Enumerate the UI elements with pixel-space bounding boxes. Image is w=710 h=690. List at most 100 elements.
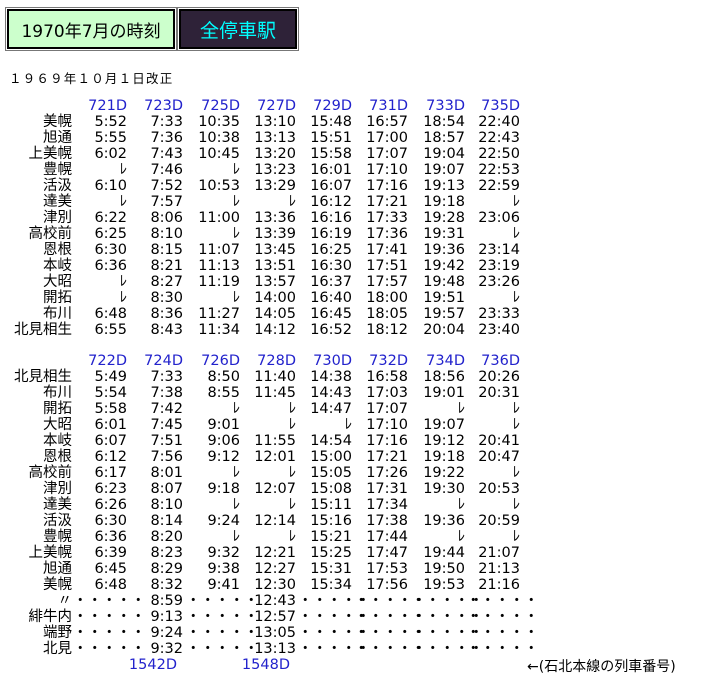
sekihoku-train-number: 1548D [241, 657, 290, 673]
train-number: 723D [144, 98, 183, 114]
departure-time: 13:05 [254, 625, 296, 641]
departure-time: 23:26 [478, 274, 520, 290]
departure-time: ﾚ [512, 497, 520, 513]
timetable-row: 豊幌 6:36 8:20 ﾚ ﾚ 15:21 17:44 ﾚ ﾚ [0, 529, 530, 545]
departure-time: 9:24 [207, 513, 240, 529]
departure-time: ﾚ [512, 465, 520, 481]
departure-time: ・・・・・ [73, 609, 146, 625]
departure-time: 13:39 [254, 226, 296, 242]
departure-time: ・・・・・ [298, 593, 371, 609]
station-name: 美幌 [43, 114, 72, 130]
departure-time: 11:00 [198, 210, 240, 226]
departure-time: 19:36 [423, 513, 465, 529]
departure-time: 12:30 [254, 577, 296, 593]
departure-time: 17:10 [366, 417, 408, 433]
station-name: 高校前 [28, 226, 73, 242]
departure-time: 8:50 [207, 369, 240, 385]
departure-time: ・・・・・ [73, 641, 146, 657]
departure-time: 12:01 [254, 449, 296, 465]
departure-time: 19:22 [423, 465, 465, 481]
station-name: 開拓 [43, 401, 72, 417]
timetable-row: 北見相生 6:55 8:43 11:34 14:12 16:52 18:12 20:04 23:… [0, 322, 530, 338]
departure-time: ﾚ [288, 497, 296, 513]
departure-time: 19:07 [423, 162, 465, 178]
departure-time: 15:11 [310, 497, 352, 513]
station-name: 端野 [43, 625, 72, 641]
departure-time: ﾚ [344, 417, 352, 433]
departure-time: 5:58 [94, 401, 127, 417]
departure-time: ・・・・・ [466, 593, 539, 609]
departure-time: 14:12 [254, 322, 296, 338]
departure-time: 16:52 [310, 322, 352, 338]
departure-time: 16:16 [310, 210, 352, 226]
departure-time: ・・・・・ [411, 625, 484, 641]
departure-time: 19:53 [423, 577, 465, 593]
timetable-row: 津別 6:22 8:06 11:00 13:36 16:16 17:33 19:28 23:06 [0, 210, 530, 226]
timetable-row: 達美 6:26 8:10 ﾚ ﾚ 15:11 17:34 ﾚ ﾚ [0, 497, 530, 513]
departure-time: 20:59 [478, 513, 520, 529]
tab-timetable-1970-july[interactable]: 1970年7月の時刻 [5, 7, 177, 51]
departure-time: 10:35 [198, 114, 240, 130]
departure-time: 12:57 [254, 609, 296, 625]
station-name: 〃 [57, 593, 73, 609]
timetable-row: 達美 ﾚ 7:57 ﾚ ﾚ 16:12 17:21 19:18 ﾚ [0, 194, 530, 210]
departure-time: 17:56 [366, 577, 408, 593]
departure-time: ﾚ [288, 417, 296, 433]
departure-time: 20:31 [478, 385, 520, 401]
station-name: 活汲 [43, 513, 72, 529]
timetable-row: 高校前 6:25 8:10 ﾚ 13:39 16:19 17:36 19:31 ﾚ [0, 226, 530, 242]
timetable-row: 旭通 6:45 8:29 9:38 12:27 15:31 17:53 19:50 21:13 [0, 561, 530, 577]
departure-time: 19:01 [423, 385, 465, 401]
departure-time: 16:30 [310, 258, 352, 274]
departure-time: 12:07 [254, 481, 296, 497]
departure-time: 14:00 [254, 290, 296, 306]
departure-time: 16:57 [366, 114, 408, 130]
departure-time: 15:34 [310, 577, 352, 593]
departure-time: 8:27 [150, 274, 183, 290]
departure-time: 23:40 [478, 322, 520, 338]
station-name: 恩根 [43, 242, 72, 258]
departure-time: 8:32 [150, 577, 183, 593]
departure-time: 22:53 [478, 162, 520, 178]
departure-time: 17:53 [366, 561, 408, 577]
timetable-row: 開拓 ﾚ 8:30 ﾚ 14:00 16:40 18:00 19:51 ﾚ [0, 290, 530, 306]
departure-time: 9:41 [207, 577, 240, 593]
departure-time: 16:45 [310, 306, 352, 322]
timetable-row: 大昭 6:01 7:45 9:01 ﾚ ﾚ 17:10 19:07 ﾚ [0, 417, 530, 433]
train-number: 728D [257, 353, 296, 369]
departure-time: 7:43 [150, 146, 183, 162]
departure-time: 7:46 [150, 162, 183, 178]
departure-time: 19:57 [423, 306, 465, 322]
departure-time: 6:36 [94, 529, 127, 545]
departure-time: 11:40 [254, 369, 296, 385]
departure-time: 19:30 [423, 481, 465, 497]
departure-time: 16:07 [310, 178, 352, 194]
departure-time: 21:16 [478, 577, 520, 593]
departure-time: 8:29 [150, 561, 183, 577]
train-number: 722D [88, 353, 127, 369]
departure-time: 7:45 [150, 417, 183, 433]
timetable-row: 端野 ・・・・・ 9:24 ・・・・・ 13:05 ・・・・・ ・・・・・ ・・・・・ ・・・・… [0, 625, 539, 641]
departure-time: 9:32 [150, 641, 183, 657]
departure-time: 16:58 [366, 369, 408, 385]
train-number: 721D [88, 98, 127, 114]
station-name: 達美 [43, 194, 72, 210]
departure-time: ・・・・・ [73, 625, 146, 641]
departure-time: 19:04 [423, 146, 465, 162]
station-name: 北見 [43, 641, 72, 657]
train-number: 736D [481, 353, 520, 369]
departure-time: 11:34 [198, 322, 240, 338]
departure-time: ・・・・・ [466, 609, 539, 625]
departure-time: 7:33 [150, 369, 183, 385]
departure-time: 15:31 [310, 561, 352, 577]
timetable-row: 北見相生 5:49 7:33 8:50 11:40 14:38 16:58 18:56 20:2… [0, 369, 530, 385]
departure-time: ﾚ [119, 162, 127, 178]
station-name: 津別 [43, 481, 72, 497]
departure-time: ﾚ [457, 529, 465, 545]
station-name: 緋牛内 [28, 609, 73, 625]
departure-time: 23:33 [478, 306, 520, 322]
departure-time: 19:48 [423, 274, 465, 290]
tab-all-stations[interactable]: 全停車駅 [177, 7, 299, 51]
departure-time: 5:49 [94, 369, 127, 385]
departure-time: 17:38 [366, 513, 408, 529]
